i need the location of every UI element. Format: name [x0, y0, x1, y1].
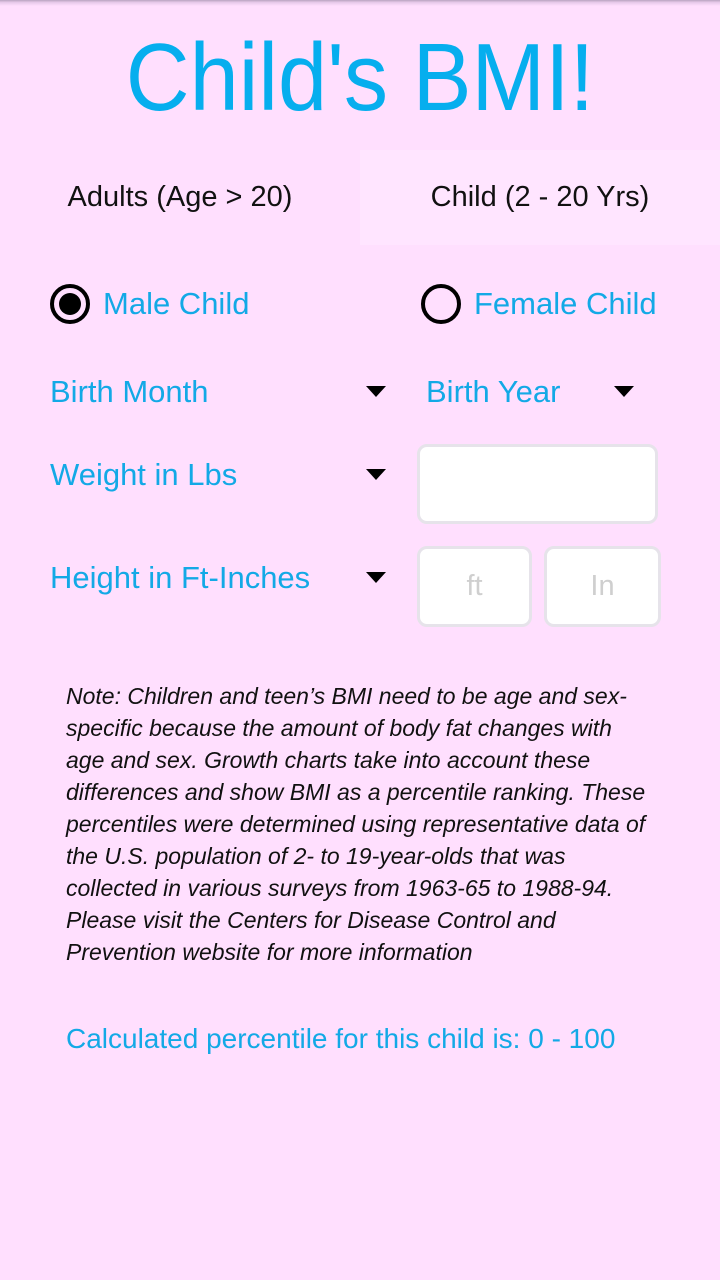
radio-checked-icon — [50, 284, 90, 324]
percentile-result: Calculated percentile for this child is:… — [66, 1023, 616, 1054]
birth-year-label: Birth Year — [426, 374, 561, 409]
radio-dot — [59, 293, 81, 315]
dropdown-caret-icon — [366, 572, 386, 583]
dropdown-caret-icon — [366, 386, 386, 397]
birth-month-label: Birth Month — [50, 374, 209, 409]
weight-unit-spinner[interactable]: Weight in Lbs — [50, 451, 390, 499]
tab-child[interactable]: Child (2 - 20 Yrs) — [360, 150, 720, 245]
status-bar-shadow — [0, 0, 720, 6]
height-inches-input[interactable] — [544, 546, 661, 627]
height-unit-spinner[interactable]: Height in Ft-Inches — [50, 554, 390, 602]
radio-unchecked-icon — [421, 284, 461, 324]
female-child-radio[interactable]: Female Child — [421, 284, 657, 324]
app-title: Child's BMI! — [125, 24, 595, 131]
tab-adults[interactable]: Adults (Age > 20) — [0, 150, 360, 245]
height-unit-label: Height in Ft-Inches — [50, 560, 311, 595]
weight-input[interactable] — [417, 444, 658, 524]
dropdown-caret-icon — [614, 386, 634, 397]
weight-unit-label: Weight in Lbs — [50, 457, 238, 492]
birth-year-spinner[interactable]: Birth Year — [426, 368, 646, 416]
gender-radio-group: Male Child Female Child — [0, 284, 720, 332]
male-child-radio[interactable]: Male Child — [50, 284, 249, 324]
mode-tabs: Adults (Age > 20) Child (2 - 20 Yrs) — [0, 150, 720, 245]
height-feet-input[interactable] — [417, 546, 532, 627]
female-child-label: Female Child — [474, 286, 657, 321]
dropdown-caret-icon — [366, 469, 386, 480]
birth-month-spinner[interactable]: Birth Month — [50, 368, 390, 416]
male-child-label: Male Child — [103, 286, 250, 321]
info-note: Note: Children and teen’s BMI need to be… — [66, 683, 646, 965]
